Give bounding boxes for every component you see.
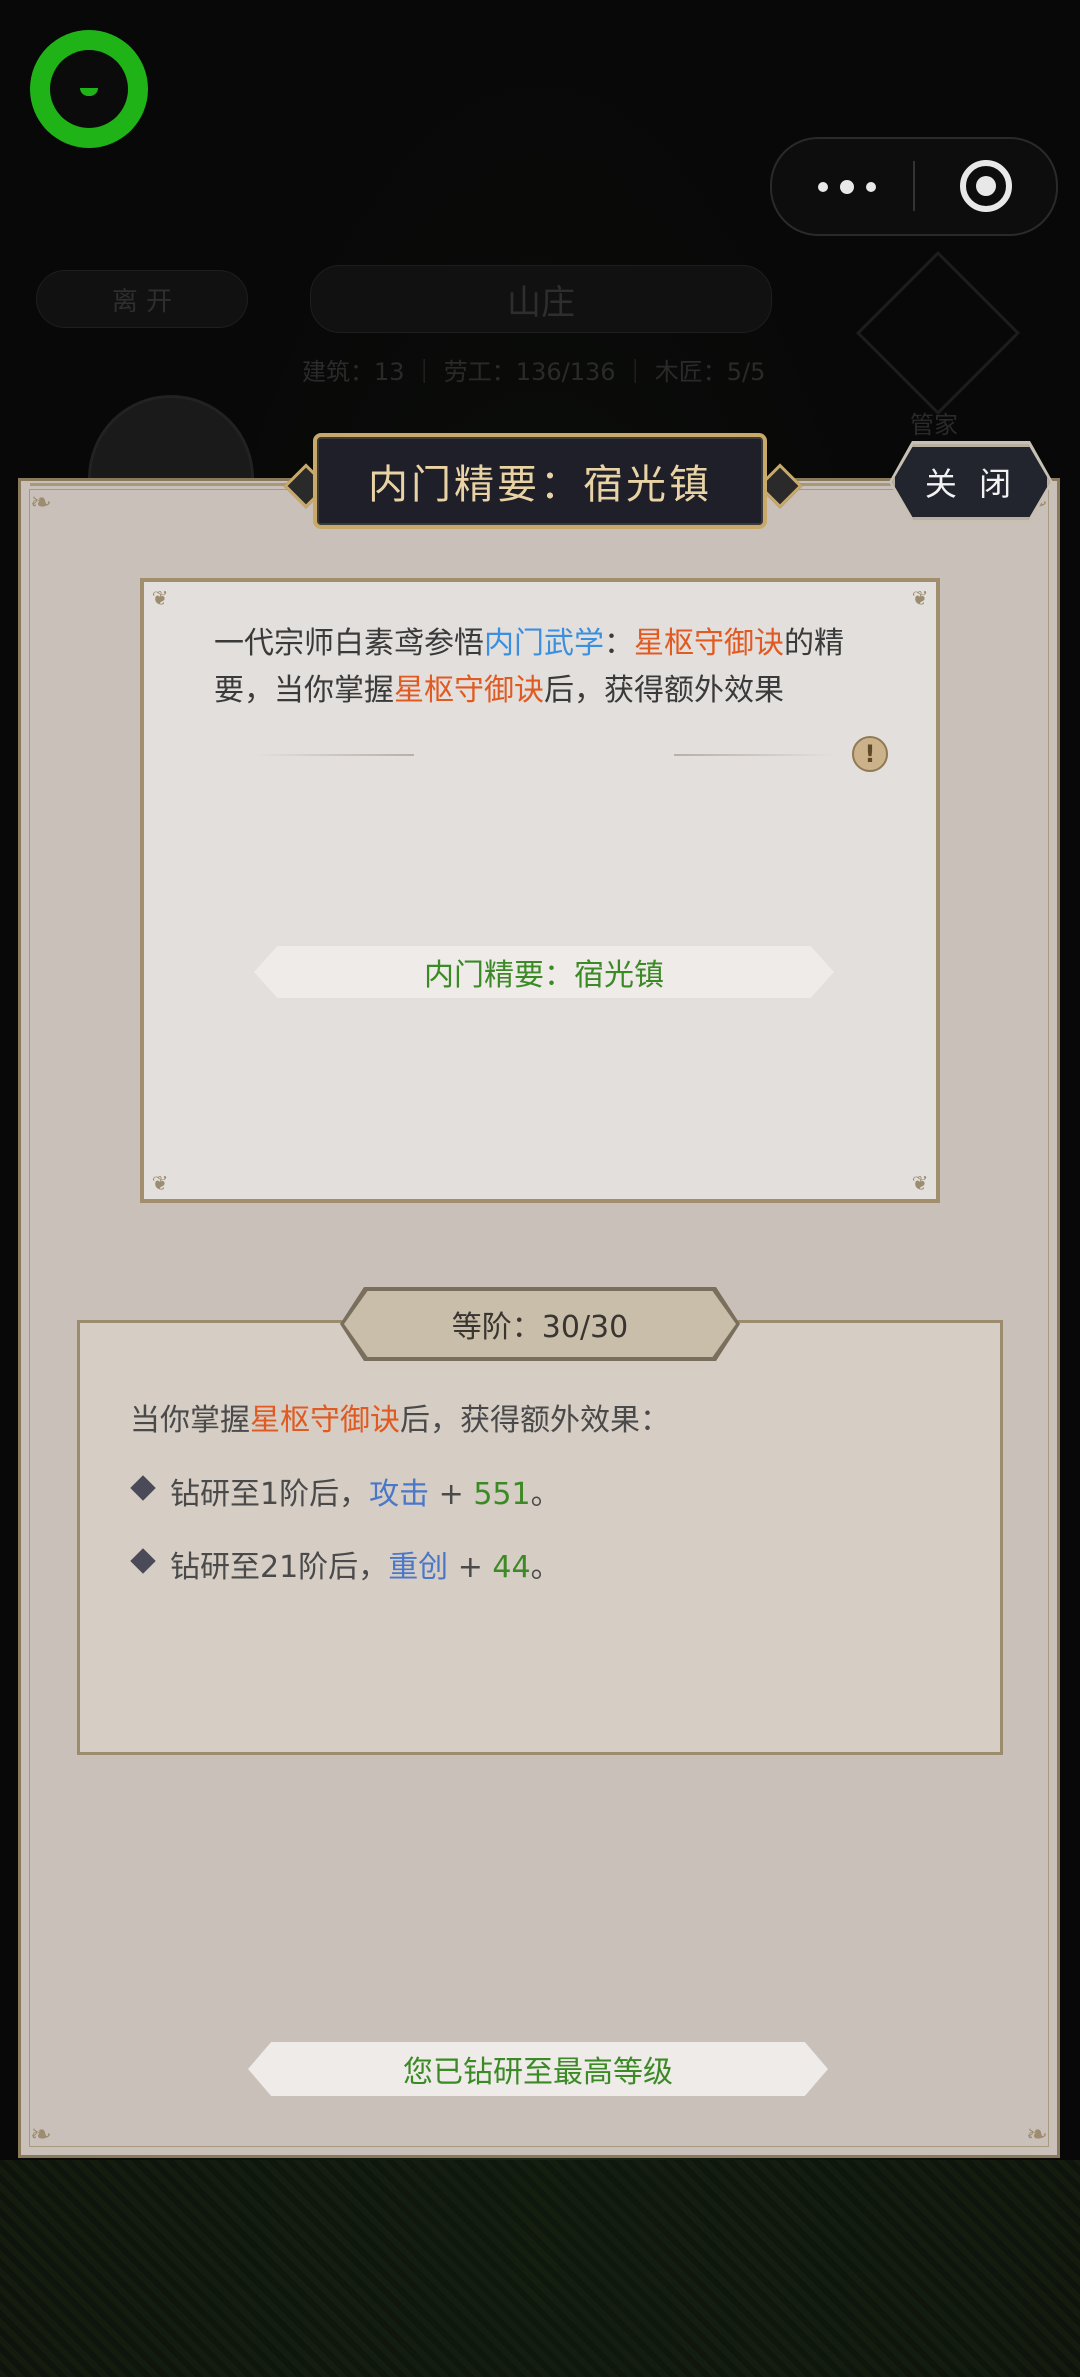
dialog-title: 内门精要：宿光镇: [368, 462, 712, 508]
background-grass: [0, 2160, 1080, 2377]
skill-name: 星枢守御诀: [250, 1403, 400, 1438]
divider-right: [674, 754, 834, 756]
grade-value: 等阶：30/30: [451, 1310, 629, 1345]
corner-ornament-icon: ❧: [1026, 2120, 1048, 2150]
logo-mouth: [80, 88, 98, 96]
title-line-left: [30, 483, 300, 486]
corner-ornament-icon: ❦: [911, 586, 929, 610]
inner-art-link[interactable]: 内门武学: [484, 626, 604, 661]
essence-name-ribbon: 内门精要：宿光镇: [254, 946, 834, 998]
effect-stat: 攻击: [369, 1477, 430, 1512]
divider-left: [254, 754, 414, 756]
effect-end: 。: [530, 1477, 561, 1512]
corner-ornament-icon: ❦: [911, 1171, 929, 1195]
record-target-icon[interactable]: [960, 160, 1012, 212]
area-stats: 建筑：13 ｜ 劳工：136/136 ｜ 木匠：5/5: [302, 358, 766, 386]
effect-end: 。: [530, 1550, 561, 1585]
more-dots-icon[interactable]: [810, 139, 890, 234]
effect-value: 44: [492, 1550, 531, 1585]
grade-label: 等阶：30/30: [344, 1291, 736, 1357]
effect-plus: +: [429, 1477, 474, 1512]
effect-line: 钻研至21阶后，重创 + 44。: [170, 1542, 561, 1586]
diamond-bullet-icon: [130, 1548, 156, 1574]
max-level-ribbon: 您已钻研至最高等级: [248, 2042, 828, 2096]
miniprogram-logo-icon[interactable]: [30, 30, 148, 148]
dot: [840, 180, 854, 194]
skill-name: 星枢守御诀: [394, 673, 544, 708]
effect-prefix: 钻研至21阶后，: [170, 1550, 389, 1585]
desc-part: 一代宗师白素鸢参悟: [214, 626, 484, 661]
desc-colon: ：: [604, 626, 634, 661]
dialog-title-plate: 内门精要：宿光镇: [313, 433, 767, 529]
effect-stat: 重创: [388, 1550, 449, 1585]
skill-name: 星枢守御诀: [634, 626, 784, 661]
grade-effects-box: 当你掌握星枢守御诀后，获得额外效果： 钻研至1阶后，攻击 + 551。 钻研至2…: [77, 1320, 1003, 1755]
corner-ornament-icon: ❧: [30, 2120, 52, 2150]
description-text: 一代宗师白素鸢参悟内门武学：星枢守御诀的精要，当你掌握星枢守御诀后，获得额外效果: [214, 620, 874, 714]
max-level-text: 您已钻研至最高等级: [403, 2055, 673, 2090]
steward-label: 管家: [910, 411, 958, 439]
corner-ornament-icon: ❦: [151, 586, 169, 610]
intro-prefix: 当你掌握: [130, 1403, 250, 1438]
corner-ornament-icon: ❦: [151, 1171, 169, 1195]
close-button[interactable]: 关 闭: [892, 444, 1050, 520]
desc-part: 后，获得额外效果: [544, 673, 784, 708]
effect-prefix: 钻研至1阶后，: [170, 1477, 370, 1512]
capsule-menu: [770, 137, 1058, 236]
effect-line: 钻研至1阶后，攻击 + 551。: [170, 1469, 561, 1513]
info-icon[interactable]: !: [852, 736, 888, 772]
leave-button: 离 开: [36, 270, 248, 328]
diamond-bullet-icon: [130, 1475, 156, 1501]
effects-intro: 当你掌握星枢守御诀后，获得额外效果：: [130, 1395, 670, 1439]
description-card: ❦ ❦ ❦ ❦ 一代宗师白素鸢参悟内门武学：星枢守御诀的精要，当你掌握星枢守御诀…: [140, 578, 940, 1203]
target-center: [976, 176, 996, 196]
dot: [818, 182, 828, 192]
capsule-divider: [913, 161, 915, 211]
effect-plus: +: [448, 1550, 493, 1585]
effect-value: 551: [473, 1477, 531, 1512]
intro-suffix: 后，获得额外效果：: [400, 1403, 670, 1438]
logo-ring-inner: [50, 50, 128, 128]
area-title: 山庄: [310, 265, 772, 333]
corner-ornament-icon: ❧: [30, 488, 52, 518]
dot: [866, 182, 876, 192]
essence-name: 内门精要：宿光镇: [424, 958, 664, 993]
